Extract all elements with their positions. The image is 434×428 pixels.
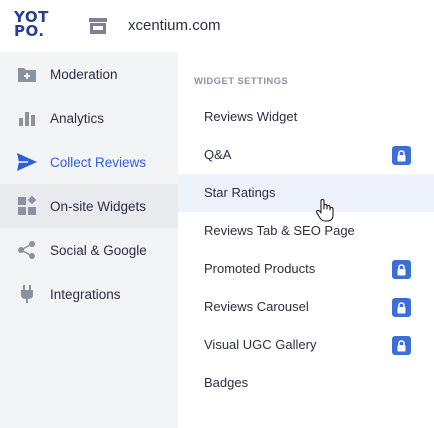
menu-item-reviews-carousel[interactable]: Reviews Carousel — [178, 288, 434, 326]
moderation-icon — [16, 63, 38, 85]
sidebar-item-label: Collect Reviews — [50, 154, 147, 170]
lock-icon — [392, 298, 411, 317]
sidebar-item-on-site-widgets[interactable]: On-site Widgets — [0, 184, 178, 228]
share-icon — [16, 239, 38, 261]
menu-item-label: Reviews Carousel — [204, 299, 309, 314]
store-name[interactable]: xcentium.com — [128, 17, 221, 34]
yotpo-logo[interactable]: YOT PO. — [14, 10, 48, 40]
menu-item-reviews-tab-seo-page[interactable]: Reviews Tab & SEO Page — [178, 212, 434, 250]
sidebar-item-label: Moderation — [50, 66, 118, 82]
sidebar-item-social-google[interactable]: Social & Google — [0, 228, 178, 272]
menu-item-promoted-products[interactable]: Promoted Products — [178, 250, 434, 288]
lock-icon — [392, 336, 411, 355]
analytics-icon — [16, 107, 38, 129]
sidebar-item-label: Analytics — [50, 110, 105, 126]
lock-icon — [392, 260, 411, 279]
menu-item-label: Reviews Widget — [204, 109, 298, 124]
menu-item-badges[interactable]: Badges — [178, 364, 434, 402]
menu-item-label: Badges — [204, 375, 249, 390]
menu-item-visual-ugc-gallery[interactable]: Visual UGC Gallery — [178, 326, 434, 364]
menu-item-star-ratings[interactable]: Star Ratings — [178, 174, 434, 212]
widgets-icon — [16, 195, 38, 217]
menu-item-label: Promoted Products — [204, 261, 316, 276]
widget-settings-menu: WIDGET SETTINGS Reviews Widget Q&A Star … — [178, 52, 434, 428]
menu-item-label: Reviews Tab & SEO Page — [204, 223, 355, 238]
sidebar-item-integrations[interactable]: Integrations — [0, 272, 178, 316]
logo-line-2: PO. — [14, 22, 45, 40]
menu-item-label: Star Ratings — [204, 185, 276, 200]
widget-settings-heading: WIDGET SETTINGS — [194, 76, 289, 87]
lock-icon — [392, 146, 411, 165]
top-bar: YOT PO. xcentium.com — [0, 0, 434, 52]
send-icon — [16, 151, 38, 173]
menu-item-label: Q&A — [204, 147, 232, 162]
sidebar-item-label: On-site Widgets — [50, 198, 147, 214]
plug-icon — [16, 283, 38, 305]
sidebar-item-collect-reviews[interactable]: Collect Reviews — [0, 140, 178, 184]
menu-item-label: Visual UGC Gallery — [204, 337, 317, 352]
store-icon — [88, 17, 108, 35]
menu-item-reviews-widget[interactable]: Reviews Widget — [178, 98, 434, 136]
app-window: YOT PO. xcentium.com Moderation Analytic… — [0, 0, 434, 428]
sidebar-item-label: Integrations — [50, 286, 121, 302]
hand-cursor-icon — [315, 198, 335, 223]
sidebar-item-moderation[interactable]: Moderation — [0, 52, 178, 96]
menu-item-qa[interactable]: Q&A — [178, 136, 434, 174]
sidebar: Moderation Analytics Collect Reviews On-… — [0, 52, 178, 428]
sidebar-item-label: Social & Google — [50, 242, 147, 258]
sidebar-item-analytics[interactable]: Analytics — [0, 96, 178, 140]
